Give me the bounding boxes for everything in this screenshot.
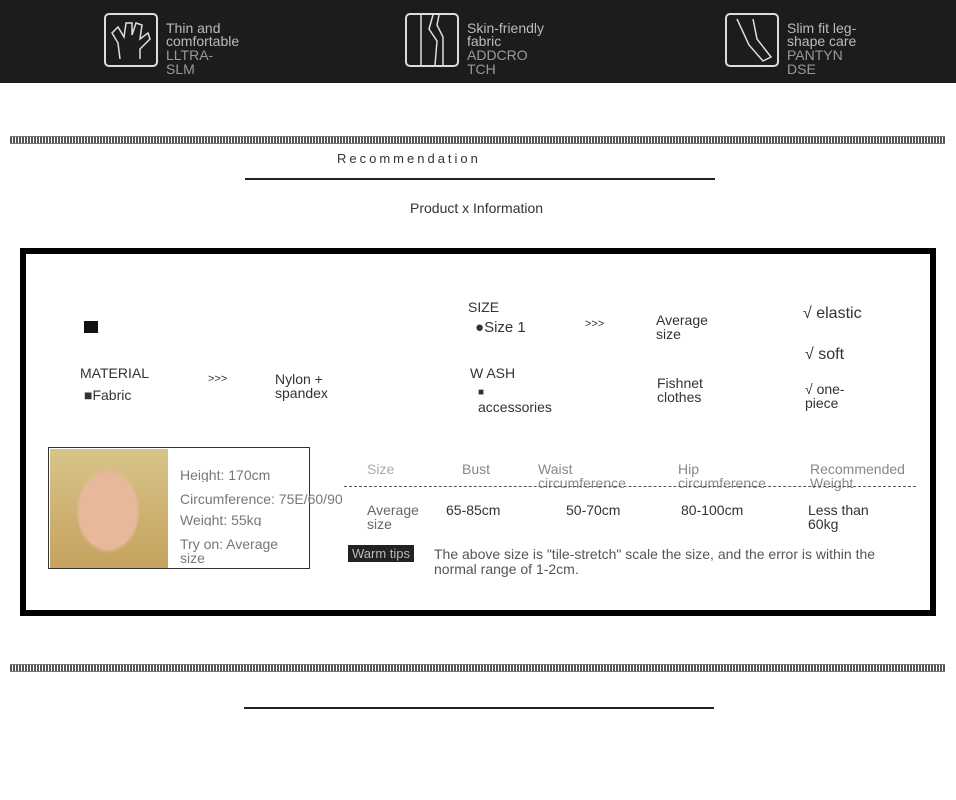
material-sub: ■Fabric [84, 387, 132, 403]
wash-value: Fishnet clothes [657, 375, 703, 405]
model-height: Height: 170cm [180, 469, 271, 482]
material-value: Nylon + spandex [275, 371, 328, 401]
divider [245, 178, 715, 180]
size-sub: ●Size 1 [475, 319, 526, 336]
wash-label: W ASH [470, 365, 516, 381]
table-divider [344, 486, 916, 487]
model-weight: Weight: 55kg [180, 513, 262, 526]
feature-elastic: √ elastic [803, 305, 862, 322]
stocking-icon [725, 13, 779, 67]
size-value: Average size [656, 312, 708, 342]
leg-icon [405, 13, 459, 67]
material-label: MATERIAL [80, 365, 149, 381]
hand-icon [104, 13, 158, 67]
section-heading: Recommendation [337, 151, 481, 166]
bullet [84, 321, 98, 333]
th-bust: Bust [462, 461, 491, 477]
arrow: >>> [585, 318, 605, 330]
section-subheading: Product x Information [410, 200, 544, 216]
model-try-on: Try on: Average size [180, 536, 279, 566]
model-circumference: Circumference: 75E/60/90 [180, 492, 343, 505]
model-card: Height: 170cm Circumference: 75E/60/90 W… [48, 447, 343, 569]
rope-divider [10, 664, 945, 672]
arrow: >>> [208, 373, 228, 385]
td-hip: 80-100cm [681, 502, 744, 518]
warm-tips-badge: Warm tips [348, 545, 415, 562]
wash-sub: accessories [478, 399, 552, 415]
bullet: ■ [478, 387, 485, 398]
td-waist: 50-70cm [566, 502, 621, 518]
feature-one-piece: √ one-piece [805, 381, 845, 411]
model-photo [50, 449, 168, 568]
feature-banner: Thin and comfortable LLTRA-SLM Skin-frie… [0, 0, 956, 83]
td-size: Average size [367, 502, 419, 532]
td-bust: 65-85cm [446, 502, 501, 518]
warm-tips-text: The above size is "tile-stretch" scale t… [434, 546, 876, 577]
rope-divider [10, 136, 945, 144]
size-label: SIZE [468, 299, 500, 315]
td-weight: Less than 60kg [808, 502, 869, 532]
th-size: Size [367, 461, 395, 477]
feature-soft: √ soft [805, 346, 845, 363]
divider [244, 707, 714, 709]
